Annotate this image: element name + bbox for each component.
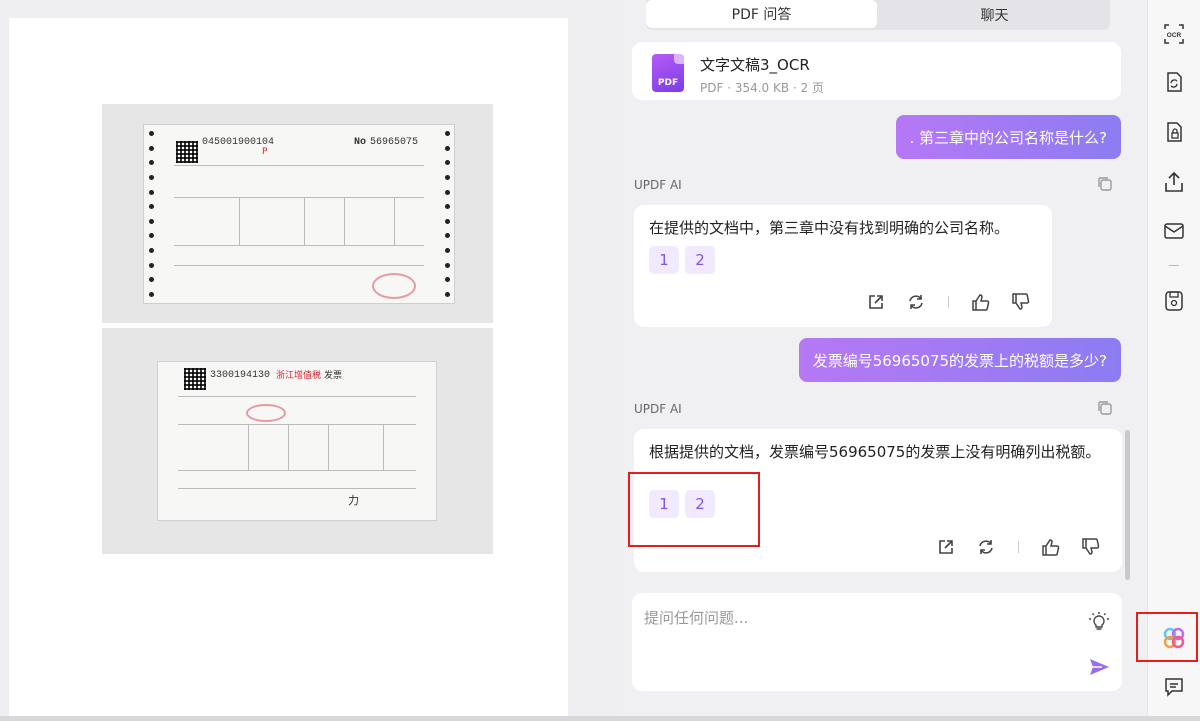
reference-2[interactable]: 2 [685, 246, 715, 274]
mail-icon[interactable] [1162, 219, 1186, 243]
share-icon[interactable] [1162, 170, 1186, 194]
document-viewer: 045001900104 P No 56965075 3300194130 浙江… [0, 0, 618, 721]
invoice-image-1: 045001900104 P No 56965075 [102, 104, 493, 323]
ai-answer-card: 在提供的文档中，第三章中没有找到明确的公司名称。 1 2 [634, 205, 1052, 327]
chat-scrollbar[interactable] [1125, 430, 1130, 580]
convert-icon[interactable] [1162, 70, 1186, 94]
thumbs-up-icon[interactable] [1031, 535, 1071, 559]
user-message: . 第三章中的公司名称是什么? [895, 115, 1121, 159]
red-stamp [246, 404, 286, 422]
question-input-box [632, 593, 1122, 691]
invoice-number-prefix: No [354, 137, 367, 148]
right-toolbar: OCR [1136, 0, 1200, 721]
qr-code-icon [184, 368, 206, 390]
ai-label: UPDF AI [634, 402, 682, 416]
copy-icon[interactable] [1096, 175, 1114, 193]
question-input[interactable] [644, 607, 1064, 667]
invoice-image-2: 3300194130 浙江增值税 发票 力 [102, 328, 493, 554]
invoice-title: 浙江增值税 [276, 371, 322, 381]
regenerate-icon[interactable] [896, 290, 936, 314]
pdf-page[interactable]: 045001900104 P No 56965075 3300194130 浙江… [9, 18, 568, 721]
invoice-number: 56965075 [370, 137, 419, 148]
ocr-icon[interactable]: OCR [1162, 22, 1186, 46]
comment-icon[interactable] [1162, 675, 1186, 699]
ai-answer-text: 根据提供的文档，发票编号56965075的发票上没有明确列出税额。 [649, 443, 1101, 461]
tab-chat[interactable]: 聊天 [879, 0, 1110, 30]
copy-icon[interactable] [1096, 399, 1114, 417]
highlight-box-references [628, 472, 760, 547]
open-external-icon[interactable] [856, 290, 896, 314]
answer-actions [856, 290, 1041, 314]
send-icon[interactable] [1088, 656, 1110, 678]
reference-1[interactable]: 1 [649, 246, 679, 274]
file-card[interactable]: PDF 文字文稿3_OCR PDF · 354.0 KB · 2 页 [632, 42, 1121, 100]
protect-icon[interactable] [1162, 120, 1186, 144]
thumbs-down-icon[interactable] [1071, 535, 1111, 559]
invoice-title-suffix: 发票 [324, 371, 343, 381]
tab-pdf-qa[interactable]: PDF 问答 [646, 0, 877, 28]
ai-chat-panel: PDF 问答 聊天 PDF 文字文稿3_OCR PDF · 354.0 KB ·… [618, 0, 1136, 721]
qr-code-icon [176, 141, 198, 163]
thumbs-up-icon[interactable] [961, 290, 1001, 314]
regenerate-icon[interactable] [966, 535, 1006, 559]
red-stamp [372, 273, 416, 299]
ai-label: UPDF AI [634, 178, 682, 192]
thumbs-down-icon[interactable] [1001, 290, 1041, 314]
invoice-char: 力 [348, 496, 359, 508]
file-meta: PDF · 354.0 KB · 2 页 [700, 81, 824, 95]
svg-text:OCR: OCR [1167, 32, 1182, 39]
invoice-code: 3300194130 [210, 370, 271, 381]
invoice-mark: P [262, 147, 268, 157]
answer-actions [926, 535, 1111, 559]
chat-tabs: PDF 问答 聊天 [646, 0, 1110, 30]
lightbulb-icon[interactable] [1088, 611, 1110, 633]
reference-list: 1 2 [649, 246, 715, 274]
open-external-icon[interactable] [926, 535, 966, 559]
highlight-box-ai-button [1136, 612, 1198, 662]
bottom-scrollbar[interactable] [0, 716, 1200, 721]
user-message: 发票编号56965075的发票上的税额是多少? [798, 338, 1121, 382]
ai-answer-text: 在提供的文档中，第三章中没有找到明确的公司名称。 [649, 219, 1010, 237]
pdf-badge: PDF [657, 78, 679, 88]
save-icon[interactable] [1162, 289, 1186, 313]
invoice-scan-1: 045001900104 P No 56965075 [143, 124, 455, 304]
file-name: 文字文稿3_OCR [700, 56, 810, 74]
pdf-file-icon: PDF [652, 54, 684, 92]
invoice-scan-2: 3300194130 浙江增值税 发票 力 [157, 361, 437, 521]
